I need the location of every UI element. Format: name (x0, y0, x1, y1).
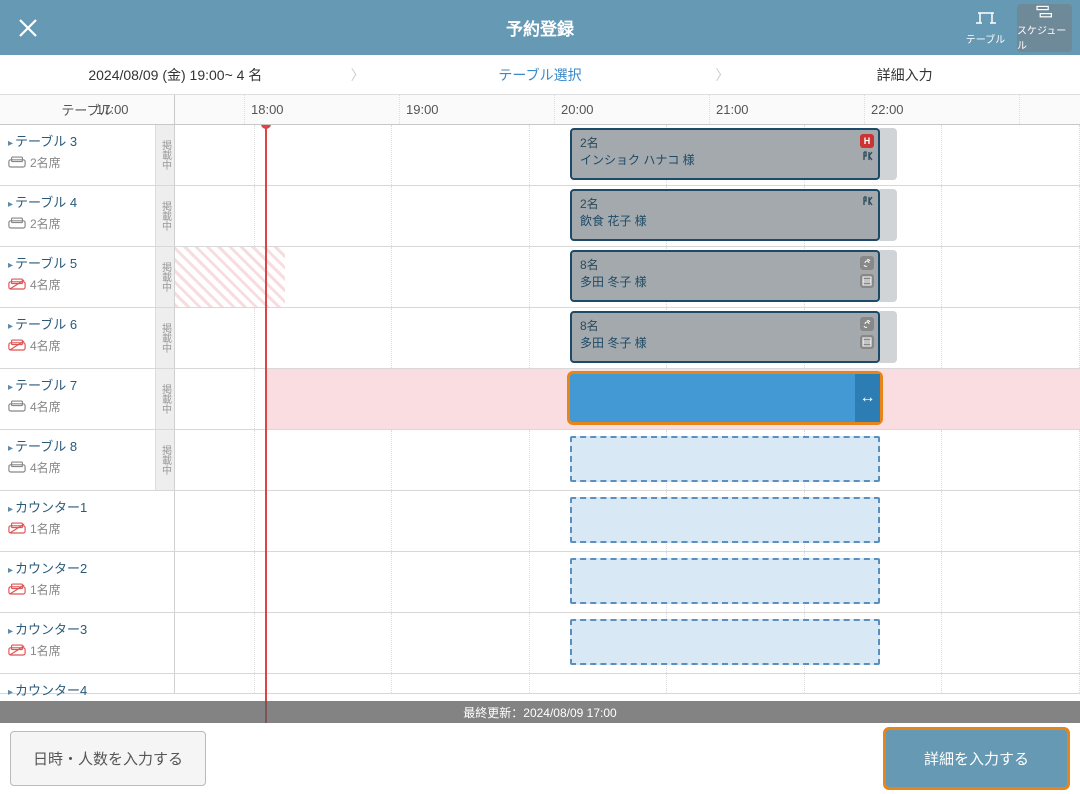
table-row: ▸テーブル 42名席掲載中 2名飲食 花子 様 (0, 186, 1080, 247)
chevron-icon: 〉 (351, 65, 365, 85)
table-row-label[interactable]: ▸テーブル 42名席 (0, 186, 155, 246)
reservation-block[interactable]: 8名多田 冬子 様 (570, 311, 880, 363)
close-icon[interactable] (0, 0, 55, 55)
time-header-cell: 19:00 (400, 95, 555, 124)
table-row-label[interactable]: ▸カウンター21名席 (0, 552, 155, 612)
back-button[interactable]: 日時・人数を入力する (10, 731, 206, 786)
view-toggle: テーブル スケジュール (958, 4, 1072, 52)
time-header-cell: 22:00 (865, 95, 1020, 124)
table-row: ▸カウンター21名席 (0, 552, 1080, 613)
available-slot[interactable] (570, 558, 880, 604)
status-bar: 最終更新：2024/08/09 17:00 (0, 701, 1080, 723)
view-table-button[interactable]: テーブル (958, 4, 1013, 52)
timeline[interactable]: 8名多田 冬子 様 (175, 247, 1080, 307)
publish-badge: 掲載中 (155, 430, 175, 490)
timeline[interactable]: ↔ (175, 369, 1080, 429)
schedule-header: テーブル 17:0018:0019:0020:0021:0022:00 (0, 95, 1080, 125)
publish-badge: 掲載中 (155, 125, 175, 185)
steps-bar: 2024/08/09 (金) 19:00~ 4 名 〉 テーブル選択 〉 詳細入… (0, 55, 1080, 95)
timeline[interactable] (175, 613, 1080, 673)
selected-block[interactable]: ↔ (567, 371, 883, 425)
schedule-body[interactable]: ▸テーブル 32名席掲載中2名インショク ハナコ 様H▸テーブル 42名席掲載中… (0, 125, 1080, 750)
table-row-label[interactable]: ▸テーブル 74名席 (0, 369, 155, 429)
time-headers: 17:0018:0019:0020:0021:0022:00 (175, 95, 1080, 124)
time-header-cell: 21:00 (710, 95, 865, 124)
publish-badge: 掲載中 (155, 247, 175, 307)
now-indicator (265, 125, 267, 750)
chevron-icon: 〉 (715, 65, 729, 85)
table-row: ▸カウンター31名席 (0, 613, 1080, 674)
table-row-label[interactable]: ▸カウンター31名席 (0, 613, 155, 673)
time-header-cell: 17:00 (90, 95, 245, 124)
step-table[interactable]: テーブル選択 (365, 65, 716, 85)
table-row: ▸カウンター11名席 (0, 491, 1080, 552)
timeline[interactable] (175, 430, 1080, 490)
time-header-cell: 18:00 (245, 95, 400, 124)
table-row-label[interactable]: ▸カウンター4 (0, 674, 155, 693)
table-row-label[interactable]: ▸テーブル 54名席 (0, 247, 155, 307)
header: 予約登録 テーブル スケジュール (0, 0, 1080, 55)
timeline[interactable] (175, 552, 1080, 612)
publish-badge: 掲載中 (155, 369, 175, 429)
table-row-label[interactable]: ▸カウンター11名席 (0, 491, 155, 551)
timeline[interactable]: 8名多田 冬子 様 (175, 308, 1080, 368)
timeline[interactable] (175, 674, 1080, 693)
table-row: ▸テーブル 32名席掲載中 2名インショク ハナコ 様H (0, 125, 1080, 186)
next-button[interactable]: 詳細を入力する (883, 727, 1070, 790)
publish-badge: 掲載中 (155, 186, 175, 246)
footer: 日時・人数を入力する 詳細を入力する (0, 723, 1080, 794)
table-row-label[interactable]: ▸テーブル 84名席 (0, 430, 155, 490)
resize-handle-icon[interactable]: ↔ (855, 374, 880, 422)
view-table-label: テーブル (966, 31, 1005, 46)
timeline[interactable]: 2名インショク ハナコ 様H (175, 125, 1080, 185)
time-header-cell: 20:00 (555, 95, 710, 124)
view-schedule-label: スケジュール (1017, 22, 1072, 52)
reservation-block[interactable]: 8名多田 冬子 様 (570, 250, 880, 302)
available-slot[interactable] (570, 436, 880, 482)
table-row-label[interactable]: ▸テーブル 64名席 (0, 308, 155, 368)
available-slot[interactable] (570, 497, 880, 543)
table-row-label[interactable]: ▸テーブル 32名席 (0, 125, 155, 185)
page-title: 予約登録 (506, 15, 574, 40)
busy-block (175, 247, 285, 307)
reservation-block[interactable]: 2名インショク ハナコ 様H (570, 128, 880, 180)
table-row: ▸テーブル 64名席掲載中 8名多田 冬子 様 (0, 308, 1080, 369)
timeline[interactable]: 2名飲食 花子 様 (175, 186, 1080, 246)
publish-badge: 掲載中 (155, 308, 175, 368)
table-row: ▸テーブル 54名席掲載中 8名多田 冬子 様 (0, 247, 1080, 308)
timeline[interactable] (175, 491, 1080, 551)
view-schedule-button[interactable]: スケジュール (1017, 4, 1072, 52)
reservation-block[interactable]: 2名飲食 花子 様 (570, 189, 880, 241)
table-row: ▸カウンター4 (0, 674, 1080, 694)
table-row: ▸テーブル 84名席掲載中 (0, 430, 1080, 491)
available-slot[interactable] (570, 619, 880, 665)
step-detail[interactable]: 詳細入力 (729, 65, 1080, 85)
table-row: ▸テーブル 74名席掲載中 ↔ (0, 369, 1080, 430)
step-datetime[interactable]: 2024/08/09 (金) 19:00~ 4 名 (0, 65, 351, 85)
